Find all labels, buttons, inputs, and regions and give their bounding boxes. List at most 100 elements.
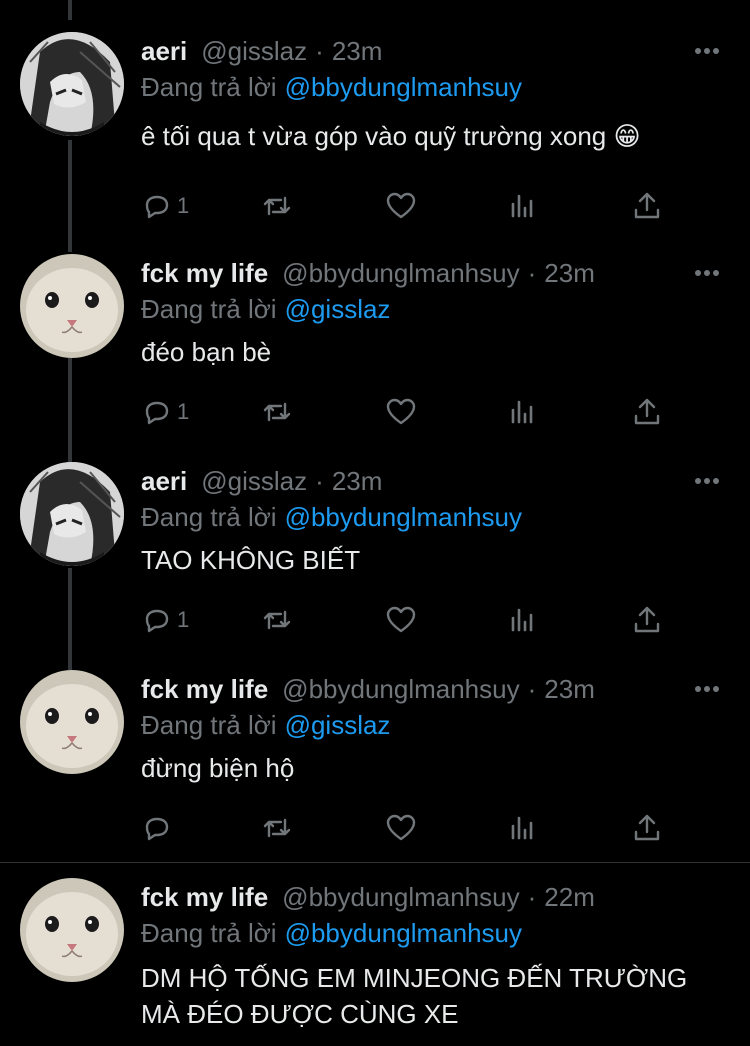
share-icon <box>634 814 660 841</box>
timestamp[interactable]: 23m <box>544 674 595 705</box>
more-icon[interactable] <box>692 36 722 66</box>
cat-avatar <box>20 878 124 982</box>
reply-button[interactable] <box>141 808 177 848</box>
divider <box>0 862 750 863</box>
replying-to: Đang trả lời @gisslaz <box>141 292 730 326</box>
display-name[interactable]: fck my life <box>141 674 268 705</box>
tweet[interactable]: fck my life @bbydunglmanhsuy · 23m Đang … <box>0 254 750 454</box>
more-icon[interactable] <box>692 674 722 704</box>
tweet-header: fck my life @bbydunglmanhsuy · 22m <box>141 878 730 916</box>
like-icon <box>386 192 416 219</box>
retweet-button[interactable] <box>261 808 293 848</box>
thread-feed: aeri @gisslaz · 23m Đang trả lời @bbydun… <box>0 0 750 1046</box>
like-icon <box>386 814 416 841</box>
avatar[interactable] <box>20 670 124 774</box>
reply-icon <box>145 609 169 633</box>
reply-count: 1 <box>177 399 190 424</box>
avatar[interactable] <box>20 32 124 136</box>
reply-count: 1 <box>177 193 190 218</box>
like-button[interactable] <box>385 600 417 640</box>
tweet[interactable]: fck my life @bbydunglmanhsuy · 23m Đang … <box>0 670 750 860</box>
share-icon <box>634 192 660 219</box>
tweet-text: ê tối qua t vừa góp vào quỹ trường xong … <box>141 121 641 151</box>
replying-to: Đang trả lời @gisslaz <box>141 708 730 742</box>
replying-to: Đang trả lời @bbydunglmanhsuy <box>141 70 730 104</box>
user-handle[interactable]: @bbydunglmanhsuy <box>282 258 519 289</box>
separator-dot: · <box>527 257 537 288</box>
reply-button[interactable]: 1 <box>141 392 189 432</box>
display-name[interactable]: aeri <box>141 466 187 497</box>
tweet[interactable]: aeri @gisslaz · 23m Đang trả lời @bbydun… <box>0 462 750 662</box>
retweet-icon <box>263 196 291 216</box>
user-handle[interactable]: @bbydunglmanhsuy <box>282 882 519 913</box>
mention-link[interactable]: @gisslaz <box>285 710 391 741</box>
timestamp[interactable]: 22m <box>544 882 595 913</box>
share-button[interactable] <box>631 392 663 432</box>
display-name[interactable]: fck my life <box>141 882 268 913</box>
replying-to: Đang trả lời @bbydunglmanhsuy <box>141 916 730 950</box>
analytics-button[interactable] <box>507 808 539 848</box>
retweet-button[interactable] <box>261 600 293 640</box>
reply-count: 1 <box>177 607 190 632</box>
cat-avatar <box>20 254 124 358</box>
display-name[interactable]: fck my life <box>141 258 268 289</box>
reply-button[interactable]: 1 <box>141 186 189 226</box>
analytics-icon <box>511 194 533 218</box>
retweet-icon <box>263 818 291 838</box>
reply-icon <box>145 195 169 219</box>
replying-label: Đang trả lời <box>141 917 277 948</box>
tweet-text: TAO KHÔNG BIẾT <box>141 545 361 575</box>
reply-button[interactable]: 1 <box>141 600 189 640</box>
mention-link[interactable]: @bbydunglmanhsuy <box>285 918 522 949</box>
timestamp[interactable]: 23m <box>332 466 383 497</box>
tweet-header: fck my life @bbydunglmanhsuy · 23m <box>141 670 730 708</box>
more-icon[interactable] <box>692 466 722 496</box>
tweet[interactable]: aeri @gisslaz · 23m Đang trả lời @bbydun… <box>0 32 750 242</box>
share-button[interactable] <box>631 808 663 848</box>
share-icon <box>634 398 660 425</box>
retweet-button[interactable] <box>261 392 293 432</box>
display-name[interactable]: aeri <box>141 36 187 67</box>
tweet-actions: 1 <box>141 392 671 432</box>
user-handle[interactable]: @gisslaz <box>201 466 307 497</box>
share-icon <box>634 606 660 633</box>
tweet[interactable]: fck my life @bbydunglmanhsuy · 22m Đang … <box>0 878 750 1046</box>
tweet-text: đừng biện hộ <box>141 753 295 783</box>
mention-link[interactable]: @bbydunglmanhsuy <box>285 502 522 533</box>
like-icon <box>386 606 416 633</box>
mention-link[interactable]: @bbydunglmanhsuy <box>285 72 522 103</box>
thread-line <box>68 0 72 20</box>
share-button[interactable] <box>631 600 663 640</box>
retweet-button[interactable] <box>261 186 293 226</box>
avatar[interactable] <box>20 878 124 982</box>
tweet-header: fck my life @bbydunglmanhsuy · 23m <box>141 254 730 292</box>
like-button[interactable] <box>385 392 417 432</box>
mention-link[interactable]: @gisslaz <box>285 294 391 325</box>
replying-label: Đang trả lời <box>141 709 277 740</box>
replying-label: Đang trả lời <box>141 71 277 102</box>
timestamp[interactable]: 23m <box>332 36 383 67</box>
tweet-text: đéo bạn bè <box>141 337 272 367</box>
share-button[interactable] <box>631 186 663 226</box>
tweet-actions: 1 <box>141 186 671 226</box>
analytics-button[interactable] <box>507 600 539 640</box>
replying-label: Đang trả lời <box>141 293 277 324</box>
avatar[interactable] <box>20 462 124 566</box>
tweet-header: aeri @gisslaz · 23m <box>141 462 730 500</box>
reply-icon <box>145 401 169 425</box>
more-icon[interactable] <box>692 258 722 288</box>
like-button[interactable] <box>385 186 417 226</box>
analytics-button[interactable] <box>507 392 539 432</box>
analytics-button[interactable] <box>507 186 539 226</box>
avatar[interactable] <box>20 254 124 358</box>
tweet-actions: 1 <box>141 600 671 640</box>
user-handle[interactable]: @gisslaz <box>201 36 307 67</box>
timestamp[interactable]: 23m <box>544 258 595 289</box>
user-handle[interactable]: @bbydunglmanhsuy <box>282 674 519 705</box>
tweet-text: DM HỘ TỐNG EM MINJEONG ĐẾN TRƯỜNG MÀ ĐÉO… <box>141 963 688 1029</box>
cat-avatar <box>20 670 124 774</box>
separator-dot: · <box>315 35 324 66</box>
aeri-avatar <box>20 462 124 566</box>
reply-icon <box>145 817 169 841</box>
like-button[interactable] <box>385 808 417 848</box>
